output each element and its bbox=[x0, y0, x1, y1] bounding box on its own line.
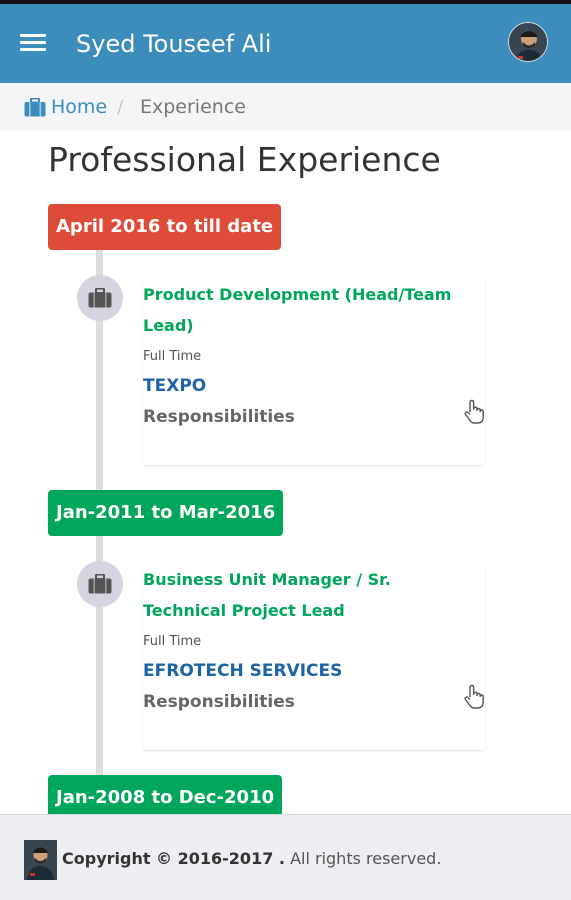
experience-card-1: Product Development (Head/Team Lead) Ful… bbox=[143, 279, 485, 465]
copyright-label: Copyright © 2016-2017 . bbox=[62, 849, 285, 868]
breadcrumb-current: Experience bbox=[140, 96, 246, 118]
time-label-1: April 2016 to till date bbox=[48, 204, 282, 250]
user-avatar[interactable] bbox=[508, 22, 548, 62]
copyright-text: Copyright © 2016-2017 . All rights reser… bbox=[62, 848, 441, 870]
footer-avatar bbox=[24, 840, 57, 880]
briefcase-icon bbox=[77, 561, 123, 607]
briefcase-icon bbox=[24, 97, 46, 116]
breadcrumb: Home / Experience bbox=[0, 83, 571, 131]
briefcase-icon bbox=[77, 275, 123, 321]
responsibilities-label: Responsibilities bbox=[143, 407, 295, 427]
footer: Copyright © 2016-2017 . All rights reser… bbox=[0, 814, 571, 900]
employment-type: Full Time bbox=[143, 634, 202, 649]
breadcrumb-home-label: Home bbox=[51, 96, 108, 118]
time-label-2: Jan-2011 to Mar-2016 bbox=[48, 490, 284, 536]
employment-type: Full Time bbox=[143, 349, 202, 364]
site-title: Syed Touseef Ali bbox=[76, 30, 272, 58]
rights-reserved: All rights reserved. bbox=[290, 849, 442, 868]
position-title: Product Development (Head/Team Lead) bbox=[143, 285, 452, 335]
hand-pointer-icon[interactable] bbox=[463, 399, 485, 425]
company-name: EFROTECH SERVICES bbox=[143, 661, 343, 681]
company-name: TEXPO bbox=[143, 376, 207, 396]
top-navbar: Syed Touseef Ali bbox=[0, 4, 571, 83]
page-title: Professional Experience bbox=[48, 140, 441, 179]
hand-pointer-icon[interactable] bbox=[463, 684, 485, 710]
responsibilities-label: Responsibilities bbox=[143, 692, 295, 712]
hamburger-menu-icon[interactable] bbox=[20, 34, 46, 54]
breadcrumb-home-link[interactable]: Home bbox=[24, 95, 107, 119]
position-title: Business Unit Manager / Sr. Technical Pr… bbox=[143, 570, 391, 620]
experience-card-2: Business Unit Manager / Sr. Technical Pr… bbox=[143, 564, 485, 750]
breadcrumb-separator: / bbox=[117, 96, 124, 118]
